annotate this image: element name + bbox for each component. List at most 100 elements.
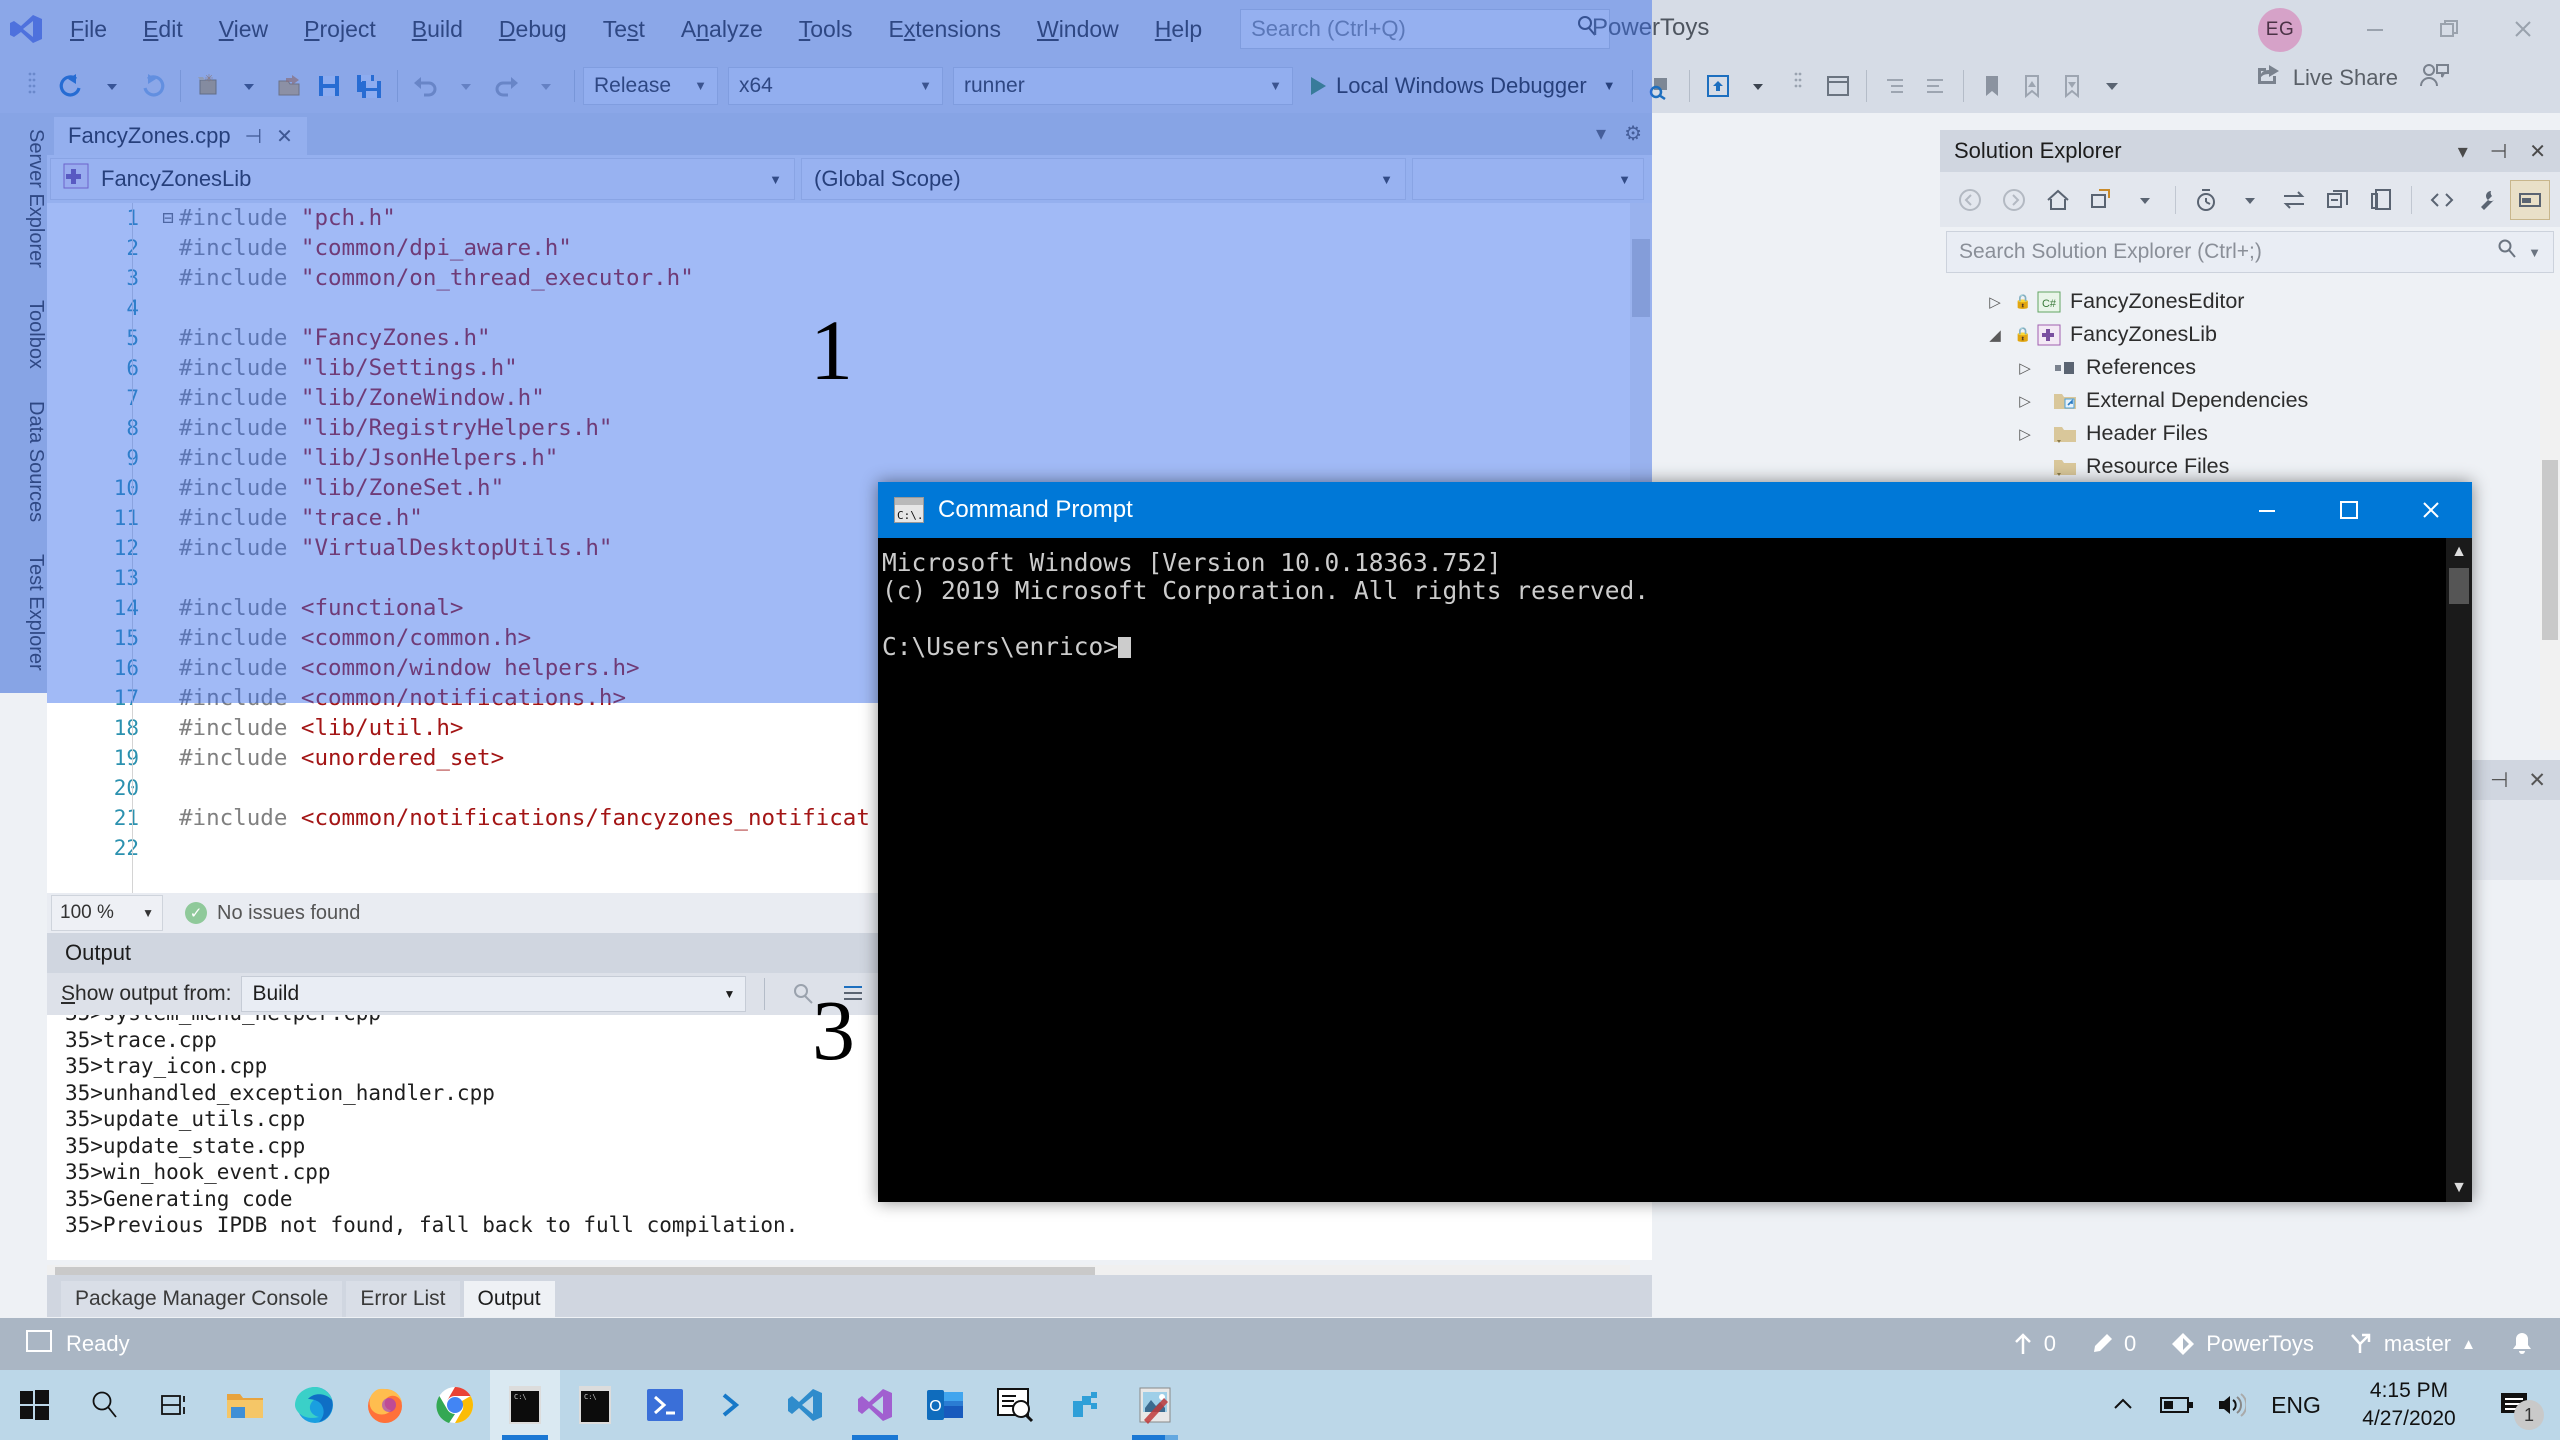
visual-studio-icon[interactable] [840,1370,910,1440]
minimize-button[interactable] [2338,0,2412,58]
uncomment-icon[interactable] [1915,66,1955,106]
clock[interactable]: 4:15 PM 4/27/2020 [2334,1370,2484,1440]
live-share-button[interactable]: Live Share [2255,62,2450,94]
scroll-up-icon[interactable]: ▲ [2451,543,2467,561]
command-prompt-2-icon[interactable]: C:\ [560,1370,630,1440]
status-outgoing-commits[interactable]: 0 [2012,1331,2056,1357]
startup-project-combo[interactable]: runner ▼ [953,66,1293,105]
minimize-button[interactable] [2226,482,2308,538]
pin-icon[interactable]: ⊣ [2490,139,2507,164]
maximize-button[interactable] [2308,482,2390,538]
text-analysis-icon[interactable] [980,1370,1050,1440]
status-repository[interactable]: PowerToys [2170,1331,2314,1357]
navigate-backward-icon[interactable] [52,66,92,106]
cluster-icon[interactable] [1050,1370,1120,1440]
firefox-icon[interactable] [350,1370,420,1440]
solution-tree-item-resource-files[interactable]: Resource Files [1940,450,2560,483]
solution-tree[interactable]: ▷ 🔒 C# FancyZonesEditor ◢ 🔒 FancyZonesLib ▷ Refe… [1940,277,2560,483]
tab-settings-icon[interactable]: ⚙ [1624,121,1642,146]
undo-icon[interactable] [406,66,446,106]
solution-tree-item-fancyzoneslib[interactable]: ◢ 🔒 FancyZonesLib [1940,318,2560,351]
member-list-combo[interactable]: ▼ [1412,158,1644,200]
tab-fancyzones-cpp[interactable]: FancyZones.cpp ⊣ ✕ [54,117,307,155]
status-unsaved-changes[interactable]: 0 [2090,1331,2136,1357]
new-project-dropdown-icon[interactable] [229,66,269,106]
notification-center-icon[interactable]: 1 [2484,1370,2548,1440]
solution-tree-item-references[interactable]: ▷ References [1940,351,2560,384]
close-icon[interactable]: ✕ [2528,768,2546,793]
powershell-icon[interactable] [630,1370,700,1440]
properties-icon[interactable] [2466,180,2506,220]
pending-changes-dropdown-icon[interactable] [2230,180,2270,220]
file-explorer-icon[interactable] [210,1370,280,1440]
command-prompt-window[interactable]: Command Prompt Microsoft Windows [Versio… [878,482,2472,1202]
sidebar-item-data-sources[interactable]: Data Sources [0,385,47,538]
collapsed-arrow-icon[interactable]: ▷ [1984,293,2006,311]
status-notifications[interactable] [2510,1331,2534,1357]
pin-icon[interactable]: ⊣ [2490,768,2508,793]
solution-tree-item-header-files[interactable]: ▷ Header Files [1940,417,2560,450]
collapse-all-icon[interactable] [2318,180,2358,220]
forward-icon[interactable] [1994,180,2034,220]
back-icon[interactable] [1950,180,1990,220]
preview-selected-items-icon[interactable] [1698,66,1738,106]
navigate-backward-dropdown-icon[interactable] [92,66,132,106]
pending-changes-icon[interactable] [2186,180,2226,220]
battery-icon[interactable] [2150,1370,2204,1440]
sidebar-item-test-explorer[interactable]: Test Explorer [0,538,47,687]
platform-combo[interactable]: x64 ▼ [728,66,943,105]
google-chrome-icon[interactable] [420,1370,490,1440]
solution-tree-item-fancyzoneseditor[interactable]: ▷ 🔒 C# FancyZonesEditor [1940,285,2560,318]
solution-explorer-scroll-thumb[interactable] [2542,460,2558,640]
start-debugging-button[interactable]: Local Windows Debugger ▼ [1303,73,1624,99]
code-line[interactable]: 8 #include "lib/RegistryHelpers.h" [47,413,1652,443]
menu-view[interactable]: View [201,9,286,49]
menu-project[interactable]: Project [286,9,394,49]
collapsed-arrow-icon[interactable]: ▷ [2014,425,2036,443]
code-line[interactable]: 9 #include "lib/JsonHelpers.h" [47,443,1652,473]
menu-analyze[interactable]: Analyze [663,9,781,49]
menu-help[interactable]: Help [1137,9,1220,49]
terminal-icon[interactable] [700,1370,770,1440]
redo-dropdown-icon[interactable] [526,66,566,106]
close-icon[interactable]: ✕ [2529,139,2546,164]
toolbar-overflow-icon[interactable] [2092,66,2132,106]
command-prompt-scrollbar[interactable]: ▲ ▼ [2446,538,2472,1202]
command-prompt-icon[interactable]: C:\ [490,1370,560,1440]
show-hidden-icons-icon[interactable] [2096,1370,2150,1440]
outlook-icon[interactable]: O [910,1370,980,1440]
restore-button[interactable] [2412,0,2486,58]
attach-to-process-icon[interactable] [1641,66,1681,106]
tab-list-chevron-icon[interactable]: ▾ [1596,121,1606,146]
preview-dropdown-icon[interactable] [1738,66,1778,106]
avatar[interactable]: EG [2258,8,2302,52]
comment-icon[interactable] [1875,66,1915,106]
redo-icon[interactable] [486,66,526,106]
solution-explorer-scrollbar[interactable] [2540,330,2560,750]
search-icon[interactable] [70,1370,140,1440]
solution-explorer-search-input[interactable]: Search Solution Explorer (Ctrl+;) ▼ [1946,231,2554,273]
collapsed-arrow-icon[interactable]: ▷ [2014,359,2036,377]
fold-icon[interactable]: ⊟ [157,207,179,229]
panel-menu-chevron-icon[interactable]: ▾ [2458,139,2468,164]
language-indicator[interactable]: ENG [2258,1370,2334,1440]
menu-debug[interactable]: Debug [481,9,585,49]
code-line[interactable]: 1⊟#include "pch.h" [47,203,1652,233]
menu-build[interactable]: Build [394,9,481,49]
zoom-combo[interactable]: 100 % ▼ [51,895,163,931]
switch-views-icon[interactable] [2082,180,2122,220]
tab-package-manager-console[interactable]: Package Manager Console [61,1281,343,1317]
member-scope-combo[interactable]: (Global Scope) ▼ [801,158,1406,200]
paint-icon[interactable] [1120,1370,1190,1440]
status-branch[interactable]: master ▲ [2348,1331,2476,1357]
configuration-combo[interactable]: Release ▼ [583,66,718,105]
solution-explorer-toolbar-icon[interactable] [1818,66,1858,106]
menu-window[interactable]: Window [1019,9,1137,49]
console-scroll-thumb[interactable] [2449,568,2469,604]
menu-edit[interactable]: Edit [125,9,201,49]
chevron-down-icon[interactable]: ▼ [2528,245,2541,260]
menu-tools[interactable]: Tools [781,9,871,49]
collapsed-arrow-icon[interactable]: ▷ [2014,392,2036,410]
close-button[interactable] [2390,482,2472,538]
sync-icon[interactable] [2274,180,2314,220]
